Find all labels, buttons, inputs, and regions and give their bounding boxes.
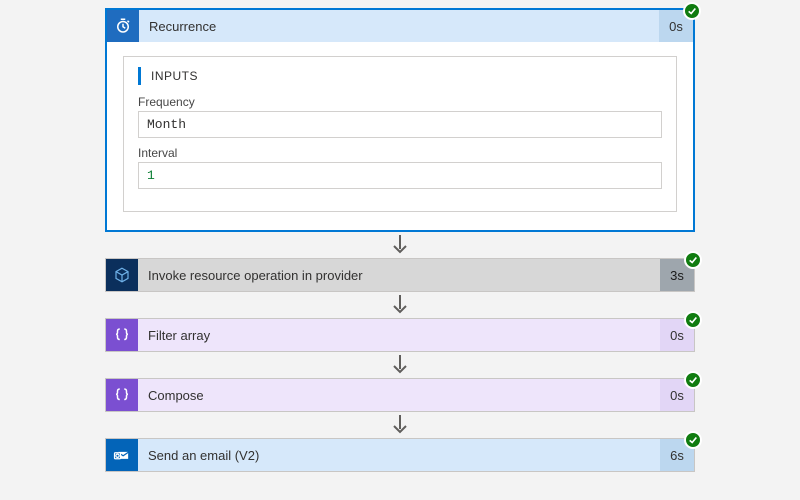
step-title: Send an email (V2) (138, 439, 660, 471)
success-badge-icon (684, 311, 702, 329)
step-compose[interactable]: Compose 0s (105, 378, 695, 412)
step-filter-array[interactable]: Filter array 0s (105, 318, 695, 352)
inputs-accent-bar (138, 67, 141, 85)
step-title: Compose (138, 379, 660, 411)
step-body: INPUTS Frequency Month Interval 1 (107, 42, 693, 230)
step-invoke-resource[interactable]: Invoke resource operation in provider 3s (105, 258, 695, 292)
inputs-panel: INPUTS Frequency Month Interval 1 (123, 56, 677, 212)
step-title: Recurrence (139, 10, 659, 42)
success-badge-icon (684, 371, 702, 389)
step-header[interactable]: Recurrence 0s (107, 10, 693, 42)
step-title: Invoke resource operation in provider (138, 259, 660, 291)
connector-arrow (390, 292, 410, 318)
success-badge-icon (683, 2, 701, 20)
step-header[interactable]: Send an email (V2) 6s (106, 439, 694, 471)
connector-arrow (390, 232, 410, 258)
step-header[interactable]: Compose 0s (106, 379, 694, 411)
mail-icon (106, 439, 138, 471)
clock-icon (107, 10, 139, 42)
step-send-email[interactable]: Send an email (V2) 6s (105, 438, 695, 472)
field-label-interval: Interval (138, 146, 662, 160)
braces-icon (106, 319, 138, 351)
field-value-frequency: Month (138, 111, 662, 138)
success-badge-icon (684, 431, 702, 449)
step-header[interactable]: Invoke resource operation in provider 3s (106, 259, 694, 291)
braces-icon (106, 379, 138, 411)
step-title: Filter array (138, 319, 660, 351)
connector-arrow (390, 412, 410, 438)
flow-run-canvas: Recurrence 0s INPUTS Frequency Month Int… (0, 8, 800, 472)
cube-icon (106, 259, 138, 291)
field-value-interval: 1 (138, 162, 662, 189)
field-label-frequency: Frequency (138, 95, 662, 109)
inputs-heading: INPUTS (151, 69, 198, 83)
success-badge-icon (684, 251, 702, 269)
step-header[interactable]: Filter array 0s (106, 319, 694, 351)
step-recurrence[interactable]: Recurrence 0s INPUTS Frequency Month Int… (105, 8, 695, 232)
connector-arrow (390, 352, 410, 378)
